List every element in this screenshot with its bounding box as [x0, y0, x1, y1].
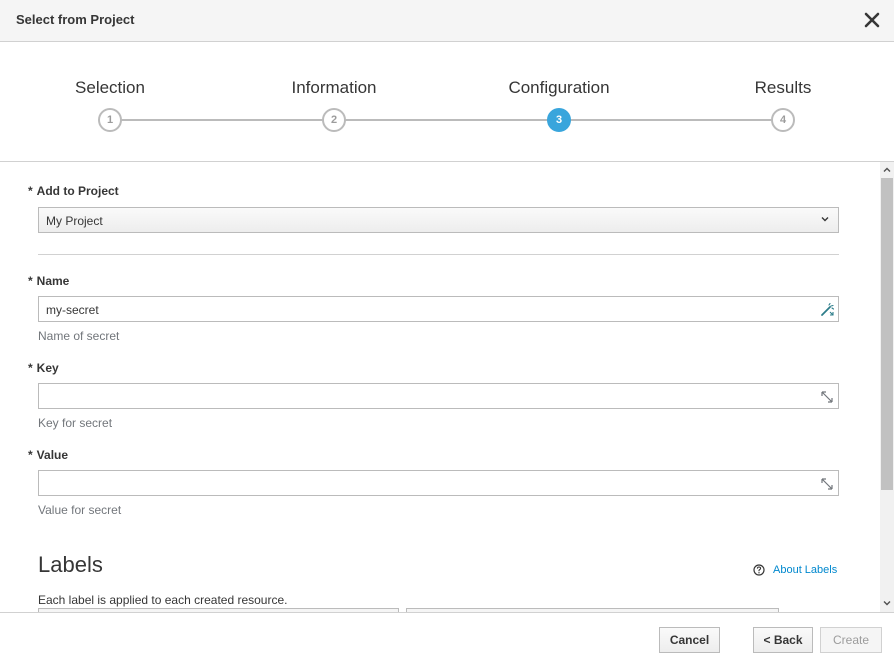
name-label: * Name: [28, 274, 69, 288]
modal-body: * Add to Project My Project * Name my-secr…: [0, 162, 880, 612]
close-icon: [864, 12, 880, 28]
create-button[interactable]: Create: [820, 627, 882, 653]
wizard-step-selection[interactable]: Selection 1: [30, 42, 190, 162]
scrollbar[interactable]: [880, 162, 894, 612]
modal-header: Select from Project: [0, 0, 894, 42]
project-label-text: Add to Project: [36, 184, 119, 198]
about-labels-text: About Labels: [773, 564, 838, 576]
name-input-value: my-secret: [46, 303, 99, 317]
expand-icon[interactable]: [820, 477, 834, 491]
value-input[interactable]: [38, 470, 839, 496]
step-number: 3: [547, 108, 571, 132]
modal-title: Select from Project: [16, 12, 135, 27]
wizard-step-information[interactable]: Information 2: [254, 42, 414, 162]
modal-dialog: Select from Project Selection 1 Informat…: [0, 0, 894, 671]
step-label: Information: [291, 78, 377, 97]
scroll-down-icon[interactable]: [882, 598, 892, 608]
value-help: Value for secret: [38, 503, 122, 517]
labels-heading: Labels: [38, 552, 103, 577]
labels-help: Each label is applied to each created re…: [38, 593, 288, 607]
cancel-button[interactable]: Cancel: [659, 627, 720, 653]
modal-footer: Cancel < Back Create: [0, 612, 894, 671]
value-label-text: Value: [36, 448, 69, 462]
project-label: * Add to Project: [28, 184, 119, 198]
step-label: Results: [754, 78, 812, 97]
step-number: 4: [771, 108, 795, 132]
project-select[interactable]: My Project: [38, 207, 839, 233]
wizard-steps: Selection 1 Information 2 Configuration …: [0, 42, 894, 162]
key-input[interactable]: [38, 383, 839, 409]
required-mark: *: [28, 448, 33, 462]
section-divider: [38, 254, 839, 255]
step-label: Selection: [75, 78, 145, 97]
name-label-text: Name: [36, 274, 70, 288]
name-input[interactable]: my-secret: [38, 296, 839, 322]
chevron-down-icon: [821, 217, 829, 222]
close-button[interactable]: [862, 10, 882, 30]
required-mark: *: [28, 361, 33, 375]
about-labels-link[interactable]: About Labels: [753, 564, 837, 576]
key-label: * Key: [28, 361, 59, 375]
project-select-value: My Project: [46, 214, 103, 228]
wizard-step-results[interactable]: Results 4: [703, 42, 863, 162]
scrollbar-thumb[interactable]: [881, 178, 893, 490]
wizard-step-configuration[interactable]: Configuration 3: [479, 42, 639, 162]
expand-icon[interactable]: [820, 390, 834, 404]
step-label: Configuration: [508, 78, 610, 97]
required-mark: *: [28, 274, 33, 288]
name-help: Name of secret: [38, 329, 120, 343]
key-help: Key for secret: [38, 416, 113, 430]
step-number: 2: [322, 108, 346, 132]
step-number: 1: [98, 108, 122, 132]
back-button[interactable]: < Back: [753, 627, 813, 653]
required-mark: *: [28, 184, 33, 198]
scroll-up-icon[interactable]: [882, 165, 892, 175]
key-label-text: Key: [36, 361, 59, 375]
magic-wand-icon[interactable]: [820, 303, 834, 317]
question-circle-icon: [753, 564, 765, 576]
value-label: * Value: [28, 448, 68, 462]
